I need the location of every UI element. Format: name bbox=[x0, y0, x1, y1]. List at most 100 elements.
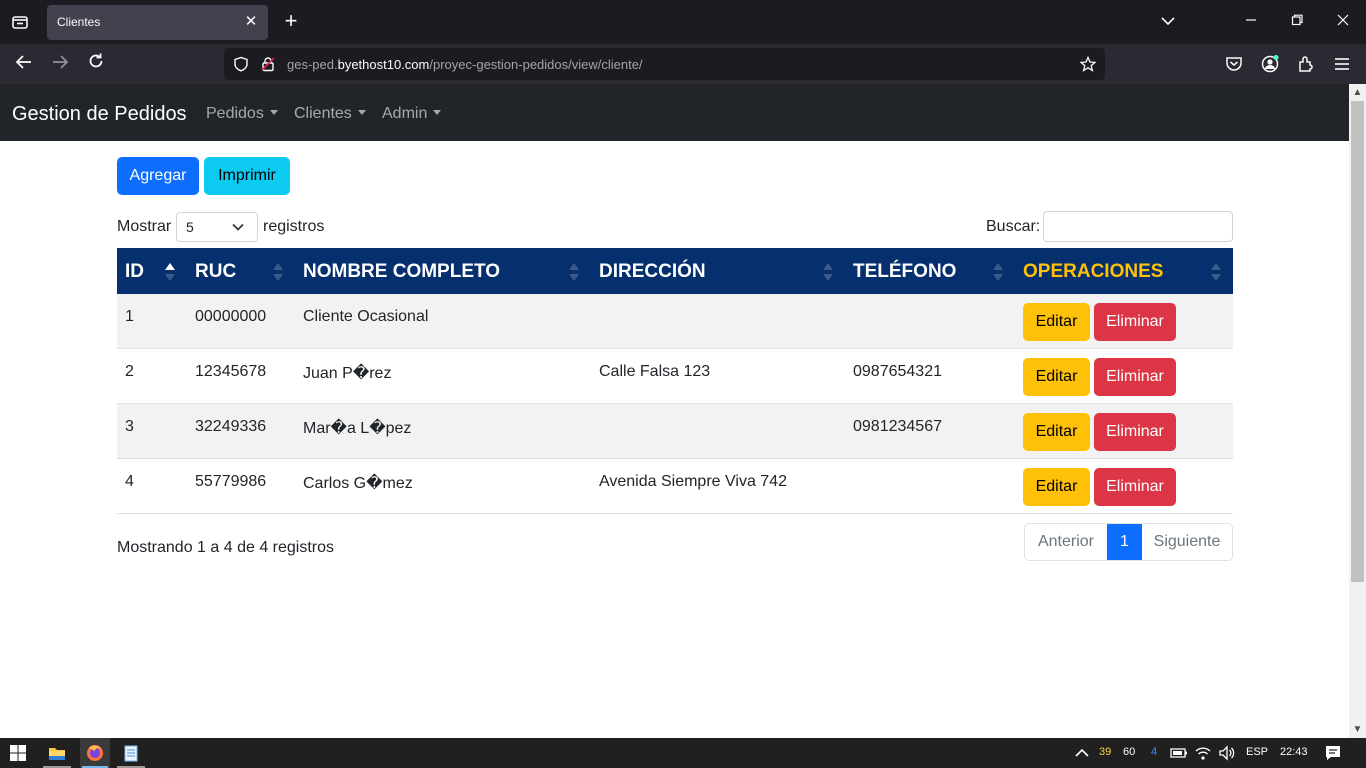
column-header-nombre[interactable]: NOMBRE COMPLETO bbox=[303, 261, 500, 283]
search-label: Buscar: bbox=[986, 218, 1041, 235]
new-tab-icon[interactable]: + bbox=[280, 10, 302, 32]
sort-icon bbox=[569, 263, 579, 281]
tab-title: Clientes bbox=[57, 15, 101, 29]
edit-button[interactable]: Editar bbox=[1023, 303, 1090, 341]
length-suffix: registros bbox=[263, 218, 325, 235]
sort-icon bbox=[823, 263, 833, 281]
cell-id: 4 bbox=[125, 473, 134, 490]
column-header-telefono[interactable]: TELÉFONO bbox=[853, 261, 956, 283]
restore-icon[interactable] bbox=[1285, 10, 1309, 34]
table-header: ID RUC NOMBRE COMPLETO DIRECCIÓN TELÉFON… bbox=[117, 248, 1233, 294]
sort-icon bbox=[993, 263, 1003, 281]
edit-button[interactable]: Editar bbox=[1023, 413, 1090, 451]
pagination-previous[interactable]: Anterior bbox=[1025, 524, 1107, 560]
cell-ruc: 32249336 bbox=[195, 418, 267, 435]
list-all-tabs-icon[interactable] bbox=[1156, 10, 1180, 34]
delete-button[interactable]: Eliminar bbox=[1094, 358, 1176, 396]
cell-nombre: Cliente Ocasional bbox=[303, 308, 429, 325]
window-close-icon[interactable] bbox=[1331, 10, 1355, 34]
scroll-up-icon[interactable]: ▲ bbox=[1351, 86, 1364, 99]
search-input[interactable] bbox=[1043, 211, 1233, 242]
chevron-up-icon[interactable] bbox=[1072, 743, 1092, 763]
menu-clientes[interactable]: Clientes bbox=[294, 105, 366, 123]
length-prefix: Mostrar bbox=[117, 218, 172, 235]
cell-ruc: 55779986 bbox=[195, 473, 267, 490]
notifications-icon[interactable] bbox=[1323, 743, 1343, 763]
language-indicator[interactable]: ESP bbox=[1246, 746, 1268, 758]
bookmark-star-icon[interactable] bbox=[1080, 56, 1096, 72]
cell-ruc: 00000000 bbox=[195, 308, 267, 325]
delete-button[interactable]: Eliminar bbox=[1094, 303, 1176, 341]
tab-list-icon[interactable] bbox=[6, 9, 34, 35]
brand-title[interactable]: Gestion de Pedidos bbox=[12, 103, 187, 126]
edit-button[interactable]: Editar bbox=[1023, 358, 1090, 396]
wifi-icon[interactable] bbox=[1193, 743, 1213, 763]
windows-taskbar: 39 60 4 ESP 22:43 bbox=[0, 738, 1366, 768]
file-explorer-icon[interactable] bbox=[47, 743, 67, 763]
column-header-operaciones[interactable]: OPERACIONES bbox=[1023, 261, 1163, 283]
tray-value-2: 60 bbox=[1123, 746, 1136, 758]
pagination-next[interactable]: Siguiente bbox=[1142, 524, 1232, 560]
cell-telefono: 0987654321 bbox=[853, 363, 942, 380]
sort-icon bbox=[273, 263, 283, 281]
account-icon[interactable] bbox=[1260, 54, 1280, 74]
cell-nombre: Mar�a L�pez bbox=[303, 420, 412, 437]
table-row: 2 12345678 Juan P�rez Calle Falsa 123 09… bbox=[117, 349, 1233, 404]
caret-down-icon bbox=[357, 109, 366, 115]
table-info: Mostrando 1 a 4 de 4 registros bbox=[117, 539, 335, 556]
pocket-icon[interactable] bbox=[1224, 54, 1244, 74]
edit-button[interactable]: Editar bbox=[1023, 468, 1090, 506]
cell-direccion: Calle Falsa 123 bbox=[599, 363, 711, 380]
cell-nombre: Juan P�rez bbox=[303, 365, 392, 382]
extensions-icon[interactable] bbox=[1296, 54, 1316, 74]
add-button[interactable]: Agregar bbox=[117, 157, 199, 195]
delete-button[interactable]: Eliminar bbox=[1094, 468, 1176, 506]
cell-ruc: 12345678 bbox=[195, 363, 267, 380]
scrollbar-thumb[interactable] bbox=[1351, 101, 1364, 582]
column-header-direccion[interactable]: DIRECCIÓN bbox=[599, 261, 706, 283]
tab-close-icon[interactable]: ✕ bbox=[242, 13, 260, 31]
column-header-id[interactable]: ID bbox=[125, 261, 144, 283]
pagination-page-current[interactable]: 1 bbox=[1107, 524, 1142, 560]
page-length-select[interactable]: 5 bbox=[176, 212, 258, 242]
caret-down-icon bbox=[433, 109, 442, 115]
reload-icon[interactable] bbox=[84, 52, 108, 76]
browser-tab-active[interactable]: Clientes ✕ bbox=[47, 5, 268, 40]
table-row: 4 55779986 Carlos G�mez Avenida Siempre … bbox=[117, 459, 1233, 514]
column-header-ruc[interactable]: RUC bbox=[195, 261, 236, 283]
cell-id: 3 bbox=[125, 418, 134, 435]
notepad-icon[interactable] bbox=[121, 743, 141, 763]
tray-value-1: 39 bbox=[1099, 746, 1112, 758]
cell-nombre: Carlos G�mez bbox=[303, 475, 413, 492]
scroll-down-icon[interactable]: ▼ bbox=[1351, 723, 1364, 736]
insecure-lock-icon[interactable] bbox=[260, 56, 276, 72]
cell-id: 1 bbox=[125, 308, 134, 325]
menu-icon[interactable] bbox=[1332, 54, 1352, 74]
tray-value-3: 4 bbox=[1151, 746, 1158, 758]
table-row: 1 00000000 Cliente Ocasional Editar Elim… bbox=[117, 294, 1233, 349]
volume-icon[interactable] bbox=[1217, 743, 1237, 763]
delete-button[interactable]: Eliminar bbox=[1094, 413, 1176, 451]
caret-down-icon bbox=[269, 109, 278, 115]
page-length-value: 5 bbox=[186, 219, 194, 235]
chevron-down-icon bbox=[232, 223, 244, 231]
minimize-icon[interactable] bbox=[1239, 10, 1263, 34]
url-text: ges-ped.byethost10.com/proyec-gestion-pe… bbox=[287, 57, 643, 72]
shield-icon[interactable] bbox=[233, 56, 249, 72]
cell-direccion: Avenida Siempre Viva 742 bbox=[599, 473, 787, 490]
print-button[interactable]: Imprimir bbox=[204, 157, 290, 195]
sort-icon bbox=[1211, 263, 1221, 281]
table-row: 3 32249336 Mar�a L�pez 0981234567 Editar… bbox=[117, 404, 1233, 459]
clock[interactable]: 22:43 bbox=[1280, 746, 1308, 758]
cell-telefono: 0981234567 bbox=[853, 418, 942, 435]
menu-admin[interactable]: Admin bbox=[382, 105, 442, 123]
forward-icon[interactable] bbox=[48, 52, 72, 76]
menu-pedidos[interactable]: Pedidos bbox=[206, 105, 278, 123]
browser-tab-bar: Clientes ✕ + bbox=[0, 0, 1366, 44]
windows-start-icon[interactable] bbox=[8, 743, 28, 763]
back-icon[interactable] bbox=[12, 52, 36, 76]
firefox-icon[interactable] bbox=[85, 743, 105, 763]
url-bar[interactable]: ges-ped.byethost10.com/proyec-gestion-pe… bbox=[224, 48, 1105, 80]
battery-icon[interactable] bbox=[1169, 743, 1189, 763]
cell-id: 2 bbox=[125, 363, 134, 380]
